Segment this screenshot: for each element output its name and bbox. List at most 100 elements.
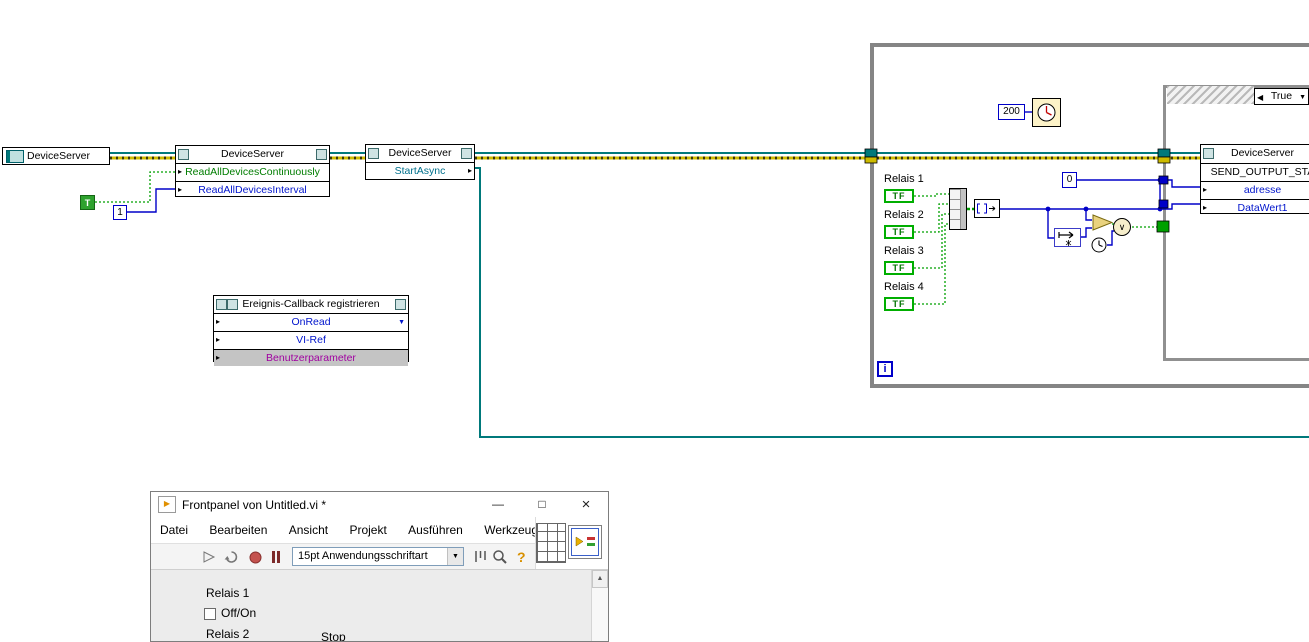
relais2-label: Relais 2 [884,209,924,221]
zero-numeric-constant[interactable]: 0 [1062,172,1077,188]
comparison-function[interactable] [1092,214,1114,236]
pause-button[interactable] [271,551,281,566]
property-read-all-continuously[interactable]: ▸ ReadAllDevicesContinuously [176,164,329,181]
front-panel-window: ▶ Frontpanel von Untitled.vi * — □ × Dat… [150,491,609,642]
param-datawert1[interactable]: ▸ DataWert1 [1201,199,1309,216]
register-event-callback-node[interactable]: Ereignis-Callback registrieren ▸ OnRead … [213,295,409,366]
window-title-bar[interactable]: ▶ Frontpanel von Untitled.vi * — □ × [151,492,608,517]
property-node-icon [316,149,327,160]
wait-ms-function[interactable] [1032,98,1061,132]
menu-bearbeiten[interactable]: Bearbeiten [200,517,276,543]
callback-node-icon [216,299,227,310]
menu-projekt[interactable]: Projekt [340,517,395,543]
menu-ansicht[interactable]: Ansicht [280,517,337,543]
case-selector-label[interactable]: ◀ True ▼ [1254,88,1309,105]
wait-ms-constant[interactable]: 200 [998,104,1025,120]
method-label: StartAsync [394,165,446,177]
input-arrow-icon: ▸ [178,185,183,194]
input-arrow-icon: ▸ [216,353,221,362]
chevron-down-icon[interactable]: ▼ [398,315,405,331]
vi-icon-pane [535,517,608,569]
feedback-node[interactable] [1054,228,1081,252]
numeric-wire [1076,179,1200,188]
callback-node-header: Ereignis-Callback registrieren [214,296,408,314]
abort-button[interactable] [249,551,262,567]
invoke-node-header: DeviceServer [1201,145,1309,164]
relais1-boolean-constant[interactable]: TF [884,189,914,203]
menu-datei[interactable]: Datei [151,517,197,543]
loop-tunnel-reference[interactable] [864,148,878,158]
invoke-node-icon [368,148,379,159]
interval-numeric-constant[interactable]: 1 [113,205,127,220]
stop-button-label[interactable]: Stop [321,630,346,641]
menu-werkzeuge[interactable]: Werkzeuge [475,517,536,543]
panel-relais1-label: Relais 1 [206,586,250,600]
onoff-label: Off/On [221,606,257,620]
loop-tunnel-error[interactable] [864,156,878,164]
maximize-button[interactable]: □ [520,492,564,517]
run-button[interactable] [201,549,217,568]
window-title: Frontpanel von Untitled.vi * [182,497,327,512]
clock-icon [1091,237,1107,253]
boolean-true-constant[interactable]: T [80,195,95,210]
method-send-output[interactable]: SEND_OUTPUT_STA [1201,164,1309,181]
output-arrow-icon: ▸ [467,166,472,175]
time-function[interactable] [1091,237,1107,258]
loop-iteration-terminal[interactable]: i [877,361,893,377]
callback-row-onread[interactable]: ▸ OnRead ▼ [214,314,408,331]
relais4-boolean-constant[interactable]: TF [884,297,914,311]
callback-row-viref[interactable]: ▸ VI-Ref [214,331,408,349]
callback-node-icon [395,299,406,310]
onoff-checkbox[interactable] [204,608,216,620]
viref-label: VI-Ref [296,334,326,346]
connector-pane-grid-icon[interactable] [536,523,566,563]
vertical-scrollbar[interactable]: ▲ [591,570,608,641]
property2-label: ReadAllDevicesInterval [198,184,307,196]
relais2-boolean-constant[interactable]: TF [884,225,914,239]
align-objects-button[interactable] [473,549,488,567]
startasync-invoke-node[interactable]: DeviceServer StartAsync ▸ [365,144,475,180]
scroll-up-icon[interactable]: ▲ [592,570,608,588]
wire-junction [1083,206,1089,212]
reorder-button[interactable] [492,549,508,568]
front-panel-area: Relais 1 Off/On Relais 2 Stop ▲ [151,569,608,641]
case-tunnel-numeric[interactable] [1158,199,1169,209]
benutzerparameter-label: Benutzerparameter [266,352,356,364]
build-array-function[interactable] [949,188,967,230]
run-continuously-button[interactable] [223,549,240,568]
numeric-wire [1081,227,1092,238]
send-output-invoke-node[interactable]: DeviceServer SEND_OUTPUT_STA ▸ adresse ▸… [1200,144,1309,214]
invoke-node-title: DeviceServer [1230,147,1295,159]
menu-ausfuehren[interactable]: Ausführen [399,517,472,543]
numeric-wire [999,203,1200,210]
boolean-array-to-number-function[interactable] [974,199,1000,223]
input-arrow-icon: ▸ [216,317,221,326]
case-selector-tunnel[interactable] [1156,220,1170,233]
run-arrow-icon [203,551,216,563]
vi-icon[interactable] [568,524,602,562]
callback-row-benutzerparameter[interactable]: ▸ Benutzerparameter [214,349,408,366]
case-tunnel-reference[interactable] [1157,148,1171,158]
magnifier-icon [493,550,507,564]
case-selector-value: True [1270,90,1293,102]
or-function[interactable]: ∨ [1113,218,1131,236]
font-selector[interactable]: 15pt Anwendungsschriftart ▼ [292,547,464,566]
property-read-all-interval[interactable]: ▸ ReadAllDevicesInterval [176,181,329,198]
case-prev-icon[interactable]: ◀ [1257,90,1263,105]
minimize-button[interactable]: — [476,492,520,517]
relais3-boolean-constant[interactable]: TF [884,261,914,275]
case-tunnel-numeric[interactable] [1158,175,1169,185]
param-adresse[interactable]: ▸ adresse [1201,181,1309,199]
align-objects-icon [475,551,486,562]
chevron-down-icon[interactable]: ▼ [447,548,463,565]
dotnet-refnum-icon [6,149,24,163]
param1-label: adresse [1243,184,1282,196]
chevron-down-icon[interactable]: ▼ [1299,90,1306,105]
method-startasync[interactable]: StartAsync ▸ [366,163,474,180]
deviceserver-refnum-constant[interactable]: DeviceServer [2,147,110,165]
close-button[interactable]: × [564,492,608,517]
deviceserver-property-node[interactable]: DeviceServer ▸ ReadAllDevicesContinuousl… [175,145,330,197]
case-tunnel-error[interactable] [1157,156,1171,164]
or-symbol-icon: ∨ [1118,222,1126,232]
context-help-button[interactable]: ? [517,549,526,565]
